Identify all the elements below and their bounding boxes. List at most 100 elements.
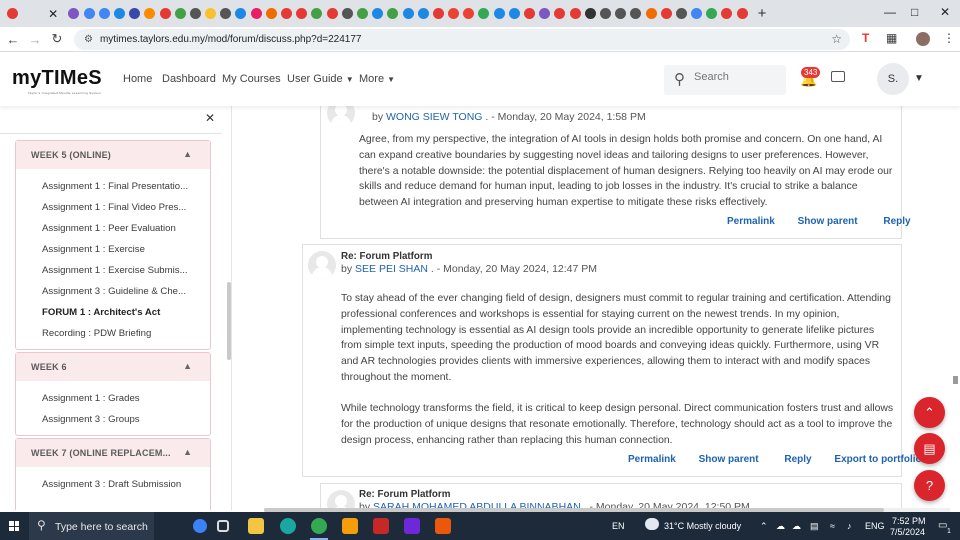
- activity-link[interactable]: Assignment 3 : Draft Submission: [42, 479, 181, 490]
- back-icon[interactable]: ←: [2, 32, 24, 47]
- tab-favicon[interactable]: [205, 8, 217, 19]
- forward-icon[interactable]: →: [24, 32, 46, 47]
- tab-favicon[interactable]: [706, 8, 718, 19]
- language-indicator[interactable]: EN: [612, 521, 625, 531]
- acrobat-icon[interactable]: [373, 518, 389, 534]
- tab-favicon[interactable]: [660, 8, 672, 19]
- tab-favicon[interactable]: [584, 8, 596, 19]
- search-input[interactable]: [694, 71, 780, 83]
- tab-favicon[interactable]: [493, 8, 505, 19]
- profile-avatar-icon[interactable]: [916, 32, 930, 46]
- tab-favicon[interactable]: [311, 8, 323, 19]
- weather-text[interactable]: 31°C Mostly cloudy: [664, 521, 741, 531]
- wifi-icon[interactable]: ≈: [830, 521, 835, 531]
- browser-menu-icon[interactable]: ⋮: [943, 31, 955, 45]
- tab-favicon[interactable]: [250, 8, 262, 19]
- open-block-drawer-icon[interactable]: ▤: [914, 433, 945, 464]
- author-link[interactable]: SEE PEI SHAN: [355, 263, 428, 275]
- edge-icon[interactable]: [280, 518, 296, 534]
- chevron-up-icon[interactable]: ▲: [183, 149, 192, 159]
- app-icon[interactable]: [404, 518, 420, 534]
- show-parent-link[interactable]: Show parent: [798, 216, 858, 227]
- show-hidden-icons[interactable]: ⌃: [760, 521, 768, 532]
- activity-link-current[interactable]: FORUM 1 : Architect's Act: [42, 307, 160, 318]
- tab-favicon[interactable]: [630, 8, 642, 19]
- tab-favicon[interactable]: [736, 8, 748, 19]
- close-drawer-icon[interactable]: ✕: [205, 111, 215, 125]
- chevron-up-icon[interactable]: ▲: [183, 361, 192, 371]
- clock-date[interactable]: 7/5/2024: [890, 527, 925, 537]
- tab-favicon[interactable]: [645, 8, 657, 19]
- nav-dashboard[interactable]: Dashboard: [162, 73, 216, 85]
- tab-favicon[interactable]: [235, 8, 247, 19]
- volume-icon[interactable]: ♪: [847, 521, 852, 531]
- tab-favicon[interactable]: [113, 8, 125, 19]
- windows-start-icon[interactable]: [9, 521, 19, 531]
- chrome-icon[interactable]: [311, 518, 327, 534]
- activity-link[interactable]: Assignment 3 : Guideline & Che...: [42, 286, 186, 297]
- tray-app-icon[interactable]: ☁: [776, 521, 785, 532]
- user-menu-caret-icon[interactable]: ▼: [914, 73, 924, 84]
- tab-favicon[interactable]: [144, 8, 156, 19]
- tab-favicon[interactable]: [508, 8, 520, 19]
- site-search[interactable]: ⚲: [664, 65, 786, 95]
- tab-favicon[interactable]: [372, 8, 384, 19]
- site-logo[interactable]: myTIMeS Taylor's Integrated Moodle eLear…: [12, 67, 102, 95]
- section-header[interactable]: WEEK 6 ▲: [16, 353, 210, 381]
- tab-favicon[interactable]: [524, 8, 535, 19]
- minimize-icon[interactable]: —: [884, 5, 896, 19]
- tab-favicon[interactable]: [220, 8, 232, 19]
- clock-time[interactable]: 7:52 PM: [892, 516, 926, 526]
- help-icon[interactable]: ?: [914, 470, 945, 501]
- app-icon[interactable]: [435, 518, 451, 534]
- scrollbar-thumb[interactable]: [953, 376, 958, 384]
- permalink-link[interactable]: Permalink: [628, 454, 676, 465]
- extensions-puzzle-icon[interactable]: ▦: [886, 31, 897, 45]
- tab-favicon[interactable]: [98, 8, 110, 19]
- activity-link[interactable]: Assignment 3 : Groups: [42, 414, 140, 425]
- show-parent-link[interactable]: Show parent: [699, 454, 759, 465]
- tab-favicon[interactable]: [326, 8, 338, 19]
- new-tab-button[interactable]: +: [758, 5, 767, 22]
- tab-favicon[interactable]: [675, 8, 687, 19]
- nav-more[interactable]: More ▼: [359, 73, 395, 85]
- close-tab-icon[interactable]: ✕: [46, 7, 60, 21]
- reload-icon[interactable]: ↻: [46, 31, 68, 47]
- drawer-scrollbar[interactable]: [227, 282, 231, 360]
- site-info-icon[interactable]: ⚙: [84, 34, 93, 45]
- url-box[interactable]: ⚙ mytimes.taylors.edu.my/mod/forum/discu…: [74, 29, 850, 50]
- chevron-up-icon[interactable]: ▲: [183, 447, 192, 457]
- export-to-portfolio-link[interactable]: Export to portfolio: [834, 454, 921, 465]
- reply-link[interactable]: Reply: [784, 454, 811, 465]
- tab-favicon[interactable]: [174, 8, 186, 19]
- tab-favicon[interactable]: [83, 8, 95, 19]
- tab-favicon[interactable]: [356, 8, 368, 19]
- tab-favicon[interactable]: [281, 8, 292, 19]
- tab-favicon[interactable]: [448, 8, 460, 19]
- back-to-top-icon[interactable]: ⌃: [914, 397, 945, 428]
- tab-favicon[interactable]: [341, 8, 353, 19]
- activity-link[interactable]: Assignment 1 : Exercise Submis...: [42, 265, 188, 276]
- tab-favicon[interactable]: [265, 8, 277, 19]
- tab-favicon[interactable]: [478, 8, 490, 19]
- task-view-icon[interactable]: [217, 520, 229, 532]
- activity-link[interactable]: Assignment 1 : Final Video Pres...: [42, 202, 186, 213]
- input-language[interactable]: ENG: [865, 521, 885, 531]
- activity-link[interactable]: Assignment 1 : Exercise: [42, 244, 145, 255]
- tab-favicon[interactable]: [721, 8, 733, 19]
- tab-favicon[interactable]: [402, 8, 414, 19]
- tab-favicon[interactable]: [599, 8, 611, 19]
- tab-favicon[interactable]: [387, 8, 399, 19]
- reply-link[interactable]: Reply: [883, 216, 910, 227]
- onedrive-icon[interactable]: ☁: [792, 521, 801, 532]
- nav-home[interactable]: Home: [123, 73, 152, 85]
- nav-user-guide[interactable]: User Guide ▼: [287, 73, 354, 85]
- tab-favicon[interactable]: [691, 8, 703, 19]
- activity-link[interactable]: Assignment 1 : Grades: [42, 393, 140, 404]
- tab-favicon[interactable]: [615, 8, 627, 19]
- tab-favicon[interactable]: [129, 8, 141, 19]
- section-header[interactable]: WEEK 5 (ONLINE) ▲: [16, 141, 210, 169]
- tab-favicon[interactable]: [417, 8, 429, 19]
- activity-link[interactable]: Recording : PDW Briefing: [42, 328, 151, 339]
- tab-favicon[interactable]: [296, 8, 308, 19]
